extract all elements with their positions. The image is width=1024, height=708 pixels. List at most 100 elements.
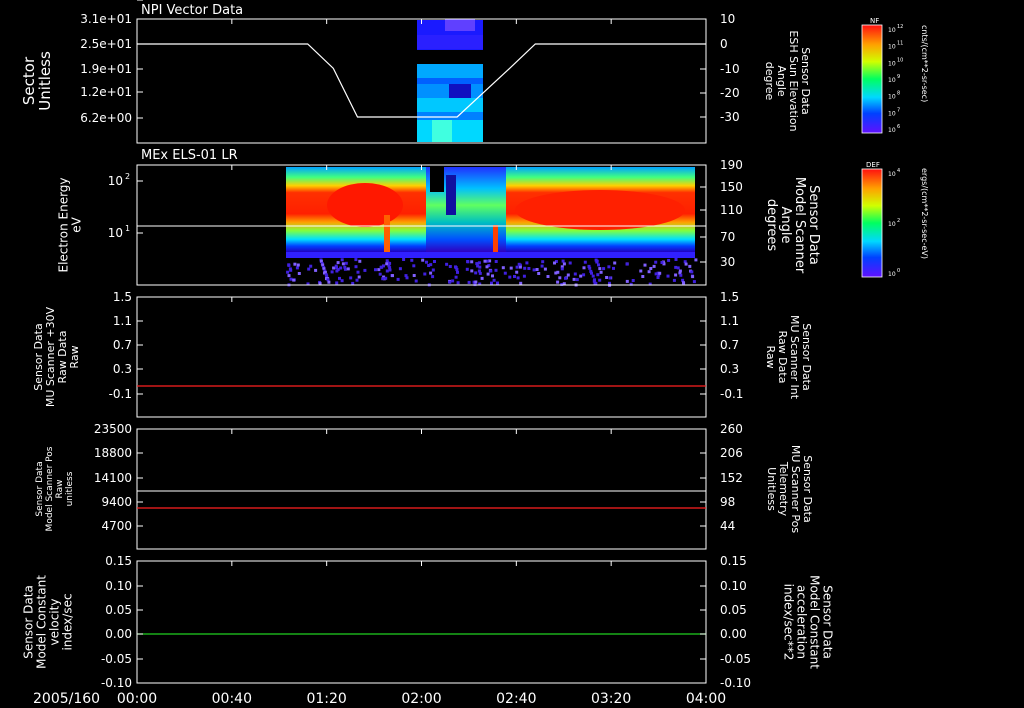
noise-dot bbox=[339, 266, 343, 270]
colorbar-tick-label: 10 bbox=[888, 271, 896, 278]
noise-dot bbox=[582, 273, 586, 277]
noise-dot bbox=[678, 269, 682, 273]
noise-dot bbox=[429, 271, 433, 275]
tick-label: 1.1 bbox=[113, 314, 132, 328]
noise-dot bbox=[412, 264, 416, 268]
tick-label: -0.05 bbox=[101, 652, 132, 666]
noise-dot bbox=[573, 272, 577, 276]
noise-dot bbox=[523, 266, 527, 270]
noise-dot bbox=[575, 278, 579, 282]
noise-dot bbox=[540, 264, 544, 268]
noise-dot bbox=[314, 268, 318, 272]
tick-label: 0.05 bbox=[720, 603, 747, 617]
time-tick-label: 00:40 bbox=[212, 691, 252, 707]
panel-3: 1.5 1.1 0.7 0.3 -0.1 1.5 1.1 0.7 0.3 -0.1 bbox=[109, 290, 743, 418]
axis-label-line: Raw bbox=[764, 345, 777, 368]
noise-dot bbox=[349, 276, 353, 280]
noise-dot bbox=[667, 258, 671, 262]
noise-dot bbox=[682, 281, 685, 285]
colorbar-2-ticks: 10 410 210 0 bbox=[888, 168, 900, 278]
noise-dot bbox=[674, 265, 678, 269]
noise-dot bbox=[566, 273, 570, 277]
colorbar-tick-exponent: 11 bbox=[897, 41, 903, 47]
panel-4: 23500 18800 14100 9400 4700 260 206 152 98 44 bbox=[94, 422, 743, 550]
noise-dot bbox=[684, 262, 688, 266]
noise-dot bbox=[477, 261, 481, 265]
time-tick-label: 00:00 bbox=[117, 691, 157, 707]
noise-dot bbox=[343, 265, 347, 269]
panel-3-left-axis: 1.5 1.1 0.7 0.3 -0.1 bbox=[109, 290, 143, 401]
noise-dot bbox=[410, 258, 414, 262]
noise-dot bbox=[455, 268, 459, 271]
noise-dot bbox=[431, 275, 435, 279]
tick-label: 0.10 bbox=[105, 579, 132, 593]
colorbar-2: DEF 10 410 210 0 ergs/(cm**2-sr-sec-eV) bbox=[861, 161, 929, 278]
tick-label: -0.10 bbox=[720, 676, 751, 690]
noise-dot bbox=[357, 275, 361, 279]
noise-dot bbox=[503, 271, 507, 275]
noise-dot bbox=[398, 267, 402, 271]
noise-dot bbox=[335, 266, 338, 270]
tick-label: 152 bbox=[720, 471, 743, 485]
noise-dot bbox=[470, 260, 474, 264]
axis-label-line: Raw bbox=[55, 480, 65, 499]
colorbar-1-ticks: 10 1210 11101010 910 810 710 6 bbox=[888, 24, 903, 134]
noise-dot bbox=[674, 258, 678, 261]
colorbar-tick-label: 10 bbox=[888, 221, 896, 228]
tick-label: 14100 bbox=[94, 471, 132, 485]
panel-1-heatmap bbox=[417, 19, 483, 142]
panel-5: 0.150.100.050.00-0.05-0.10 0.150.100.050… bbox=[101, 554, 751, 690]
colorbar-tick-label: 10 bbox=[888, 127, 896, 134]
tick-label: 0.00 bbox=[720, 627, 747, 641]
noise-dot bbox=[694, 258, 698, 262]
noise-dot bbox=[643, 263, 647, 267]
noise-dot bbox=[421, 258, 425, 262]
colorbar-tick-exponent: 10 bbox=[897, 57, 903, 63]
noise-dot bbox=[341, 262, 345, 266]
noise-dot bbox=[396, 277, 400, 281]
noise-dot bbox=[598, 267, 602, 271]
tick-label: 18800 bbox=[94, 446, 132, 460]
noise-dot bbox=[649, 267, 653, 270]
tick-label: 2.5e+01 bbox=[80, 37, 132, 51]
tick-label: 4700 bbox=[101, 519, 132, 533]
noise-dot bbox=[295, 266, 299, 270]
tick-label: 0.7 bbox=[720, 338, 739, 352]
tick-label: 70 bbox=[720, 230, 735, 244]
noise-dot bbox=[525, 261, 529, 265]
axis-label-line: Model Constant bbox=[808, 575, 822, 669]
noise-dot bbox=[496, 281, 499, 285]
noise-dot bbox=[414, 279, 418, 283]
noise-dot bbox=[591, 274, 595, 278]
tick-label: 150 bbox=[720, 180, 743, 194]
axis-label-line: velocity bbox=[48, 599, 62, 646]
noise-dot bbox=[527, 267, 531, 270]
noise-dot bbox=[485, 265, 489, 269]
tick-label: 9400 bbox=[101, 495, 132, 509]
noise-dot bbox=[292, 278, 296, 282]
axis-label-line: eV bbox=[70, 216, 84, 232]
panel-1-left-axis: 3.1e+01 2.5e+01 1.9e+01 1.2e+01 6.2e+00 bbox=[80, 12, 143, 125]
panel-2-title: MEx ELS-01 LR bbox=[141, 148, 238, 163]
noise-dot bbox=[608, 276, 612, 280]
noise-dot bbox=[385, 269, 389, 273]
noise-dot bbox=[286, 270, 290, 274]
tick-label: 0.00 bbox=[105, 627, 132, 641]
noise-dot bbox=[423, 272, 427, 276]
panel-4-left-axis: 23500 18800 14100 9400 4700 bbox=[94, 422, 143, 533]
noise-dot bbox=[501, 266, 505, 270]
tick-label: -30 bbox=[720, 110, 740, 124]
noise-dot bbox=[486, 272, 490, 276]
axis-label-line: degree bbox=[763, 62, 776, 101]
noise-dot bbox=[465, 267, 469, 271]
noise-dot bbox=[647, 270, 651, 274]
noise-dot bbox=[595, 260, 599, 264]
axis-label-line: index/sec**2 bbox=[782, 584, 796, 661]
noise-dot bbox=[354, 258, 358, 262]
noise-dot bbox=[336, 261, 340, 265]
panel-2-spectrogram bbox=[286, 167, 695, 258]
noise-dot bbox=[374, 268, 377, 272]
noise-dot bbox=[537, 272, 541, 275]
colorbar-tick-label: 10 bbox=[888, 171, 896, 178]
noise-dot bbox=[509, 266, 513, 270]
